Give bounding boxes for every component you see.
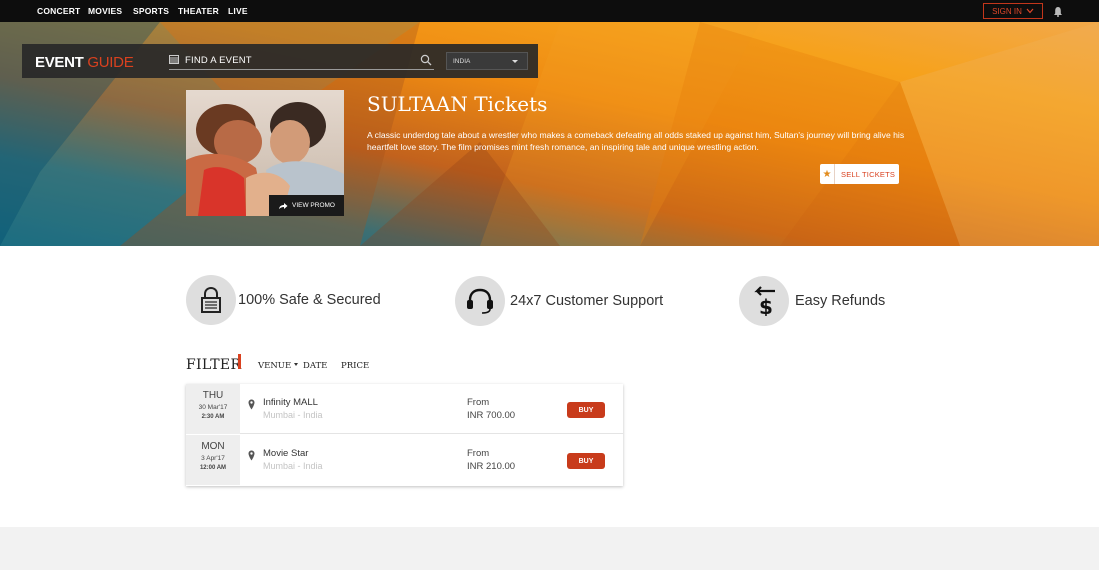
event-title: SULTAAN Tickets — [367, 92, 548, 116]
calendar-icon — [169, 55, 179, 64]
view-promo-button[interactable]: VIEW PROMO — [269, 195, 344, 216]
brand-search-bar: EVENT GUIDE FIND A EVENT INDIA — [22, 44, 538, 78]
feature-easy-refunds: $ Easy Refunds — [739, 276, 885, 326]
price-info: From INR 700.00 — [467, 397, 516, 421]
movie-poster-image: VIEW PROMO — [186, 90, 344, 216]
country-select[interactable]: INDIA — [446, 52, 528, 70]
caret-down-icon — [512, 60, 518, 63]
country-value: INDIA — [453, 58, 471, 65]
svg-text:$: $ — [759, 295, 773, 316]
buy-button[interactable]: BUY — [567, 453, 605, 469]
feature-label: 100% Safe & Secured — [238, 292, 381, 308]
share-arrow-icon — [279, 202, 288, 209]
lock-icon — [186, 275, 236, 325]
venue-name[interactable]: Movie Star — [263, 448, 308, 459]
list-item: THU 30 Mar'17 2:30 AM Infinity MALL Mumb… — [186, 384, 623, 434]
search-icon[interactable] — [420, 54, 432, 66]
refund-dollar-icon: $ — [739, 276, 789, 326]
filter-heading: FILTER — [186, 357, 242, 373]
buy-button[interactable]: BUY — [567, 402, 605, 418]
sign-in-button[interactable]: SIGN IN — [983, 3, 1043, 19]
nav-concert[interactable]: CONCERT — [37, 6, 80, 16]
feature-customer-support: 24x7 Customer Support — [455, 276, 663, 326]
filter-tab-price[interactable]: PRICE — [341, 361, 369, 371]
list-item: MON 3 Apr'17 12:00 AM Movie Star Mumbai … — [186, 435, 623, 485]
nav-theater[interactable]: THEATER — [178, 6, 219, 16]
hero-banner: EVENT GUIDE FIND A EVENT INDIA VIEW PROM… — [0, 22, 1099, 246]
event-list: THU 30 Mar'17 2:30 AM Infinity MALL Mumb… — [186, 384, 623, 486]
headset-icon — [455, 276, 505, 326]
filter-accent-bar — [238, 354, 241, 369]
filter-tab-date[interactable]: DATE — [303, 361, 327, 371]
sell-tickets-button[interactable]: ★ SELL TICKETS — [820, 164, 899, 184]
top-navigation-bar: CONCERT MOVIES SPORTS THEATER LIVE SIGN … — [0, 0, 1099, 22]
event-search-field[interactable]: FIND A EVENT — [169, 52, 434, 70]
event-date: MON 3 Apr'17 12:00 AM — [186, 435, 240, 485]
sign-in-label: SIGN IN — [992, 6, 1022, 16]
nav-movies[interactable]: MOVIES — [88, 6, 122, 16]
map-pin-icon — [248, 399, 255, 410]
feature-label: 24x7 Customer Support — [510, 293, 664, 309]
venue-location: Mumbai - India — [263, 461, 323, 471]
view-promo-label: VIEW PROMO — [292, 202, 335, 209]
footer-area — [0, 527, 1099, 570]
search-placeholder: FIND A EVENT — [185, 55, 252, 66]
venue-location: Mumbai - India — [263, 410, 323, 420]
event-date: THU 30 Mar'17 2:30 AM — [186, 384, 240, 434]
sell-tickets-label: SELL TICKETS — [841, 169, 896, 179]
filter-tab-venue[interactable]: VENUE — [258, 361, 299, 371]
nav-live[interactable]: LIVE — [228, 6, 248, 16]
caret-down-icon — [294, 363, 299, 366]
event-description: A classic underdog tale about a wrestler… — [367, 130, 905, 152]
map-pin-icon — [248, 450, 255, 461]
venue-name[interactable]: Infinity MALL — [263, 397, 318, 408]
chevron-down-icon — [1026, 8, 1034, 14]
star-icon: ★ — [820, 164, 835, 184]
price-info: From INR 210.00 — [467, 448, 516, 472]
notification-bell-icon[interactable] — [1053, 6, 1063, 17]
feature-label: Easy Refunds — [795, 293, 886, 309]
nav-sports[interactable]: SPORTS — [133, 6, 169, 16]
event-guide-logo[interactable]: EVENT GUIDE — [35, 54, 134, 71]
feature-safe-secured: 100% Safe & Secured — [186, 275, 381, 325]
content-section: 100% Safe & Secured 24x7 Customer Suppor… — [0, 246, 1099, 527]
